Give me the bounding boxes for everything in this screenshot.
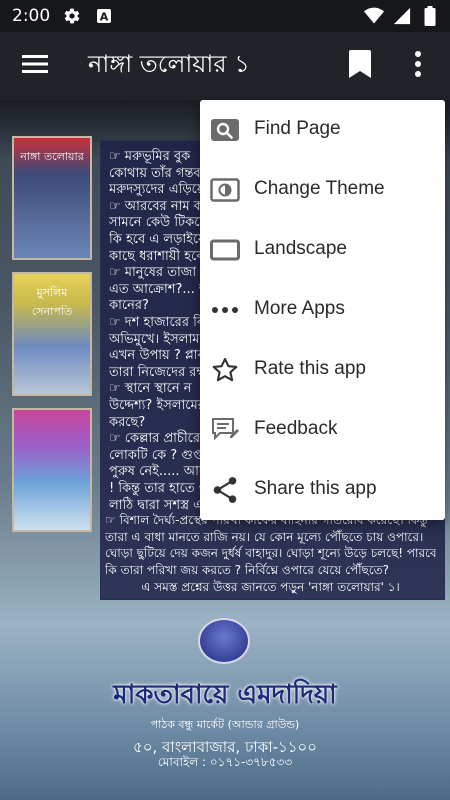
thumbnail-title: নাঙ্গা তলোয়ার — [20, 150, 84, 163]
share-icon — [210, 476, 240, 504]
more-vert-icon — [414, 50, 422, 82]
status-time: 2:00 — [12, 6, 51, 26]
overflow-menu-button[interactable] — [400, 46, 436, 86]
menu-item-label: Rate this app — [254, 358, 366, 379]
wifi-icon — [364, 6, 384, 26]
hamburger-menu-button[interactable] — [0, 32, 70, 100]
publisher-name: মাকতাবায়ে এমদাদিয়া — [113, 680, 337, 710]
book-thumbnail — [12, 408, 92, 532]
book-thumbnail: মুসলিম সেনাপতি — [12, 272, 92, 396]
status-bar: 2:00 A — [0, 0, 450, 32]
page-title: নাঙ্গা তলোয়ার ১ — [88, 50, 250, 78]
menu-item-rate-app[interactable]: Rate this app — [200, 340, 445, 400]
bookmark-button[interactable] — [338, 46, 382, 86]
publisher-subtitle: পাঠক বন্ধু মার্কেট (আন্ডার গ্রাউন্ড) — [150, 718, 300, 731]
publisher-logo — [198, 618, 250, 664]
thumbnail-title: মুসলিম সেনাপতি — [31, 286, 73, 318]
menu-item-find-page[interactable]: Find Page — [200, 100, 445, 160]
more-horiz-icon — [210, 296, 240, 324]
menu-item-label: Landscape — [254, 238, 347, 259]
menu-item-more-apps[interactable]: More Apps — [200, 280, 445, 340]
star-outline-icon — [210, 356, 240, 384]
menu-item-label: Change Theme — [254, 178, 385, 199]
text-badge-icon: A — [94, 6, 114, 26]
menu-item-label: More Apps — [254, 298, 345, 319]
bookmark-icon — [349, 50, 371, 82]
menu-item-share-app[interactable]: Share this app — [200, 460, 445, 520]
menu-item-change-theme[interactable]: Change Theme — [200, 160, 445, 220]
search-icon — [210, 116, 240, 144]
overflow-menu: Find Page Change Theme Landscape More Ap… — [200, 100, 445, 520]
menu-item-feedback[interactable]: Feedback — [200, 400, 445, 460]
thumbnail-title — [20, 420, 84, 440]
landscape-icon — [210, 236, 240, 264]
blurb-line: এ সমস্ত প্রশ্নের উত্তর জানতে পড়ুন 'নাঙ্… — [141, 579, 400, 594]
battery-icon — [420, 6, 440, 26]
book-thumbnail: নাঙ্গা তলোয়ার — [12, 136, 92, 260]
gear-icon — [62, 6, 82, 26]
feedback-icon — [210, 416, 240, 444]
menu-item-label: Share this app — [254, 478, 377, 499]
hamburger-menu-icon — [22, 54, 48, 78]
signal-icon — [392, 6, 412, 26]
publisher-phone: মোবাইল : ০১৭১-৩৭৮৫৩৩ — [157, 755, 293, 769]
menu-item-label: Find Page — [254, 118, 341, 139]
svg-text:A: A — [100, 11, 109, 24]
app-bar: নাঙ্গা তলোয়ার ১ — [0, 32, 450, 100]
theme-icon — [210, 176, 240, 204]
menu-item-label: Feedback — [254, 418, 338, 439]
menu-item-landscape[interactable]: Landscape — [200, 220, 445, 280]
